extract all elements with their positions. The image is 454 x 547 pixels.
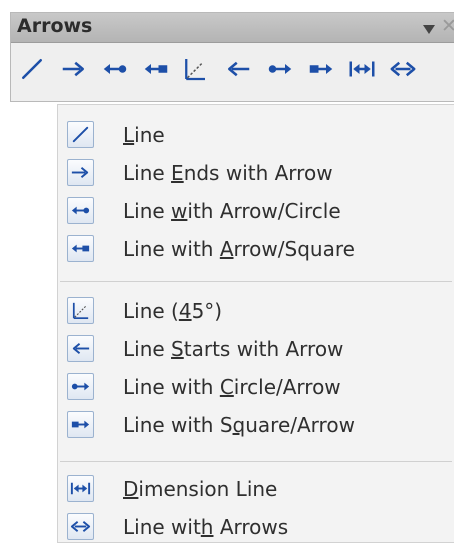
toolbar-button-line-arrow-circle[interactable] — [98, 54, 132, 88]
toolbar-button-line-square-arrow[interactable] — [304, 54, 338, 88]
menu-item-line-starts-with-arrow[interactable]: Line Starts with Arrow — [67, 331, 454, 369]
menu-item-label: Dimension Line — [123, 477, 278, 501]
menu-item-label: Line Starts with Arrow — [123, 337, 344, 361]
menu-item-label: Line Ends with Arrow — [123, 161, 333, 185]
menu-item-label: Line with Arrow/Square — [123, 237, 355, 261]
line-with-arrows-icon — [388, 54, 418, 88]
line-arrow-square-icon — [67, 235, 94, 262]
menu-item-line-with-arrows[interactable]: Line with Arrows — [67, 509, 454, 547]
line-ends-with-arrow-icon — [59, 54, 89, 88]
toolbar-title-bar[interactable]: Arrows ✕ — [11, 13, 454, 43]
toolbar-menu-arrow-icon[interactable] — [422, 20, 436, 39]
menu-separator — [60, 281, 452, 282]
line-square-arrow-icon — [306, 54, 336, 88]
line-starts-with-arrow-icon — [67, 335, 94, 362]
toolbar-button-line-ends-with-arrow[interactable] — [57, 54, 91, 88]
menu-item-label: Line with Circle/Arrow — [123, 375, 341, 399]
line-circle-arrow-icon — [265, 54, 295, 88]
menu-separator — [60, 461, 452, 462]
line-arrow-square-icon — [141, 54, 171, 88]
arrows-toolbar: Arrows ✕ — [10, 12, 454, 102]
line-starts-with-arrow-icon — [223, 54, 253, 88]
toolbar-title: Arrows — [17, 15, 93, 37]
toolbar-button-dimension-line[interactable] — [345, 54, 379, 88]
menu-item-label: Line with Square/Arrow — [123, 413, 355, 437]
line-arrow-circle-icon — [67, 197, 94, 224]
menu-item-label: Line with Arrows — [123, 515, 289, 539]
line-arrow-circle-icon — [100, 54, 130, 88]
menu-item-dimension-line[interactable]: Dimension Line — [67, 471, 454, 509]
toolbar-close-icon[interactable]: ✕ — [441, 17, 454, 36]
line-icon — [67, 121, 94, 148]
arrows-dropdown-menu: Line Line Ends with Arrow Line with Arro… — [57, 104, 454, 543]
menu-item-line-with-circle-arrow[interactable]: Line with Circle/Arrow — [67, 369, 454, 407]
menu-item-line-with-arrow-circle[interactable]: Line with Arrow/Circle — [67, 193, 454, 231]
menu-item-line-45[interactable]: Line (45°) — [67, 293, 454, 331]
toolbar-button-line-circle-arrow[interactable] — [263, 54, 297, 88]
menu-item-line-with-arrow-square[interactable]: Line with Arrow/Square — [67, 231, 454, 269]
line-square-arrow-icon — [67, 411, 94, 438]
toolbar-button-line-45[interactable] — [178, 54, 212, 88]
toolbar-button-line-starts-with-arrow[interactable] — [221, 54, 255, 88]
menu-item-line-with-square-arrow[interactable]: Line with Square/Arrow — [67, 407, 454, 445]
line-ends-with-arrow-icon — [67, 159, 94, 186]
line-circle-arrow-icon — [67, 373, 94, 400]
line-with-arrows-icon — [67, 513, 94, 540]
menu-item-label: Line — [123, 123, 165, 147]
toolbar-button-line-arrow-square[interactable] — [139, 54, 173, 88]
menu-item-line-ends-with-arrow[interactable]: Line Ends with Arrow — [67, 155, 454, 193]
line-45-icon — [67, 297, 94, 324]
line-icon — [17, 54, 47, 88]
menu-item-label: Line with Arrow/Circle — [123, 199, 341, 223]
toolbar-button-line[interactable] — [15, 54, 49, 88]
menu-item-line[interactable]: Line — [67, 117, 454, 155]
toolbar-button-line-with-arrows[interactable] — [386, 54, 420, 88]
dimension-line-icon — [347, 54, 377, 88]
dimension-line-icon — [67, 475, 94, 502]
menu-item-label: Line (45°) — [123, 299, 223, 323]
line-45-icon — [180, 54, 210, 88]
